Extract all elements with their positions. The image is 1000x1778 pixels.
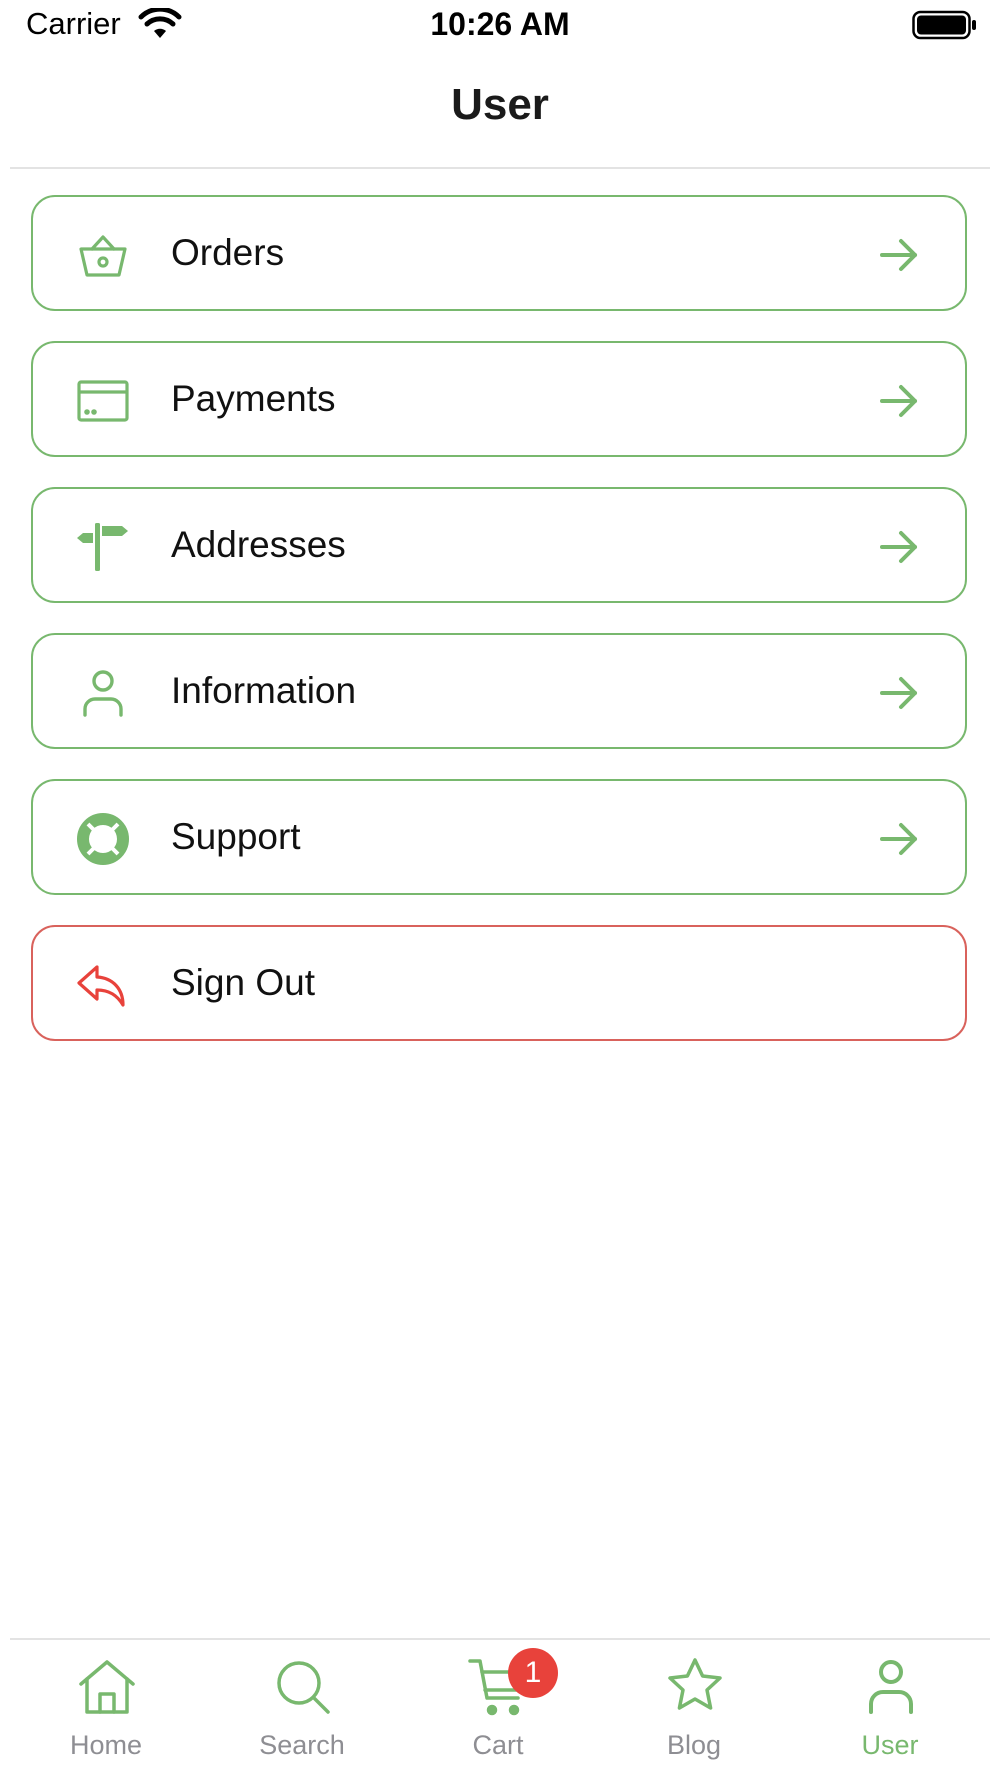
sign-out-icon [77,965,125,1007]
tab-label: Home [69,1730,143,1760]
menu-item-support[interactable]: Support [31,779,967,895]
tab-label: Search [259,1730,345,1760]
status-bar: Carrier 10:26 AM [0,0,1000,50]
battery-icon [912,10,976,40]
tab-label: Cart [472,1730,524,1760]
menu-item-payments[interactable]: Payments [31,341,967,457]
menu-item-orders[interactable]: Orders [31,195,967,311]
menu-item-addresses[interactable]: Addresses [31,487,967,603]
header-divider [10,167,990,169]
tab-search[interactable]: Search [204,1650,400,1778]
arrow-right-icon [880,239,917,271]
clock: 10:26 AM [430,6,570,42]
sign-out-button[interactable]: Sign Out [31,925,967,1041]
menu-item-label: Addresses [171,524,346,565]
lifebuoy-icon [77,813,129,865]
basket-icon [79,235,127,277]
menu-item-label: Sign Out [171,962,315,1003]
arrow-right-icon [880,823,917,855]
credit-card-icon [77,380,129,422]
menu-item-information[interactable]: Information [31,633,967,749]
signpost-icon [77,523,128,571]
arrow-right-icon [880,385,917,417]
menu-item-label: Orders [171,232,285,273]
menu-item-label: Payments [171,378,336,419]
tab-home[interactable]: Home [8,1650,204,1778]
tabbar-divider [10,1638,990,1640]
menu-item-label: Support [171,816,301,857]
person-icon [83,670,123,717]
tab-blog[interactable]: Blog [596,1650,792,1778]
tab-label: Blog [666,1730,722,1760]
arrow-right-icon [880,531,917,563]
tab-label: User [861,1730,919,1760]
tab-cart[interactable]: Cart [400,1650,596,1778]
star-icon [668,1658,722,1710]
page-title: User [451,80,549,129]
user-screen: Carrier 10:26 AM User Orders Payments Ad… [0,0,1000,1778]
menu-item-label: Information [171,670,357,711]
search-icon [277,1661,330,1714]
tab-user[interactable]: User [792,1650,988,1778]
cart-badge: 1 [508,1648,558,1698]
home-icon [79,1660,135,1714]
arrow-right-icon [880,677,917,709]
user-icon [869,1660,913,1714]
